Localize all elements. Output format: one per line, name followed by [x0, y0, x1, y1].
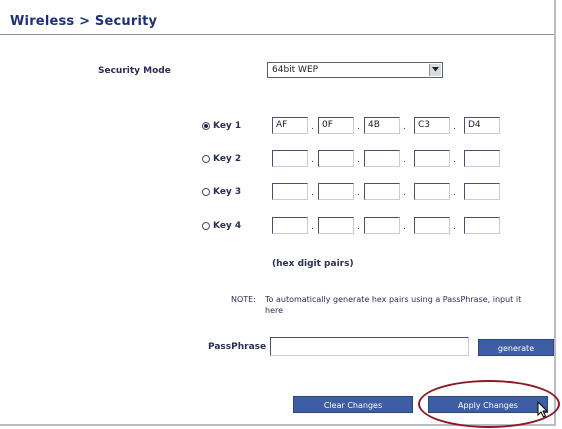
key2-radio[interactable] — [202, 155, 210, 163]
key3-radio[interactable] — [202, 188, 210, 196]
key1-hex-field-2[interactable]: 0F — [318, 117, 354, 134]
security-mode-select[interactable]: 64bit WEP — [267, 62, 443, 78]
key2-hex-field-2[interactable] — [318, 150, 354, 167]
hex-separator: . — [403, 122, 406, 132]
security-mode-value: 64bit WEP — [272, 65, 319, 75]
hex-separator: . — [357, 222, 360, 232]
key2-hex-field-5[interactable] — [464, 150, 500, 167]
passphrase-label: PassPhrase — [208, 342, 267, 352]
key2-hex-field-3[interactable] — [364, 150, 400, 167]
hex-separator: . — [311, 155, 314, 165]
passphrase-note: NOTE: To automatically generate hex pairs… — [231, 294, 551, 316]
key3-hex-field-1[interactable] — [272, 183, 308, 200]
key1-hex-field-4[interactable]: C3 — [414, 117, 450, 134]
hex-separator: . — [453, 155, 456, 165]
key2-hex-field-4[interactable] — [414, 150, 450, 167]
hex-separator: . — [403, 155, 406, 165]
hex-separator: . — [357, 188, 360, 198]
key4-hex-field-5[interactable] — [464, 217, 500, 234]
hex-pairs-hint: (hex digit pairs) — [272, 259, 354, 269]
passphrase-input[interactable] — [270, 337, 469, 356]
key2-label: Key 2 — [213, 154, 242, 164]
apply-changes-button[interactable]: Apply Changes — [428, 396, 548, 413]
title-divider — [0, 34, 554, 35]
key4-radio[interactable] — [202, 222, 210, 230]
key4-hex-field-3[interactable] — [364, 217, 400, 234]
key1-radio[interactable] — [202, 122, 210, 130]
hex-separator: . — [403, 188, 406, 198]
key4-hex-field-4[interactable] — [414, 217, 450, 234]
hex-separator: . — [453, 122, 456, 132]
mouse-pointer-icon — [537, 401, 549, 418]
clear-changes-button[interactable]: Clear Changes — [293, 396, 413, 413]
hex-separator: . — [357, 122, 360, 132]
key1-label: Key 1 — [213, 121, 242, 131]
key1-hex-field-5[interactable]: D4 — [464, 117, 500, 134]
note-tag: NOTE: — [231, 295, 256, 304]
page-title: Wireless > Security — [10, 14, 158, 29]
hex-separator: . — [311, 188, 314, 198]
key1-hex-field-3[interactable]: 4B — [364, 117, 400, 134]
key1-hex-field-1[interactable]: AF — [272, 117, 308, 134]
key4-label: Key 4 — [213, 221, 242, 231]
hex-separator: . — [311, 122, 314, 132]
hex-separator: . — [357, 155, 360, 165]
hex-separator: . — [453, 188, 456, 198]
key3-label: Key 3 — [213, 187, 242, 197]
key4-hex-field-2[interactable] — [318, 217, 354, 234]
key2-hex-field-1[interactable] — [272, 150, 308, 167]
hex-separator: . — [403, 222, 406, 232]
chevron-down-icon[interactable] — [429, 64, 441, 76]
key3-hex-field-3[interactable] — [364, 183, 400, 200]
security-mode-label: Security Mode — [98, 66, 171, 76]
generate-button[interactable]: generate — [478, 339, 554, 356]
key3-hex-field-5[interactable] — [464, 183, 500, 200]
key4-hex-field-1[interactable] — [272, 217, 308, 234]
hex-separator: . — [453, 222, 456, 232]
key3-hex-field-2[interactable] — [318, 183, 354, 200]
key3-hex-field-4[interactable] — [414, 183, 450, 200]
hex-separator: . — [311, 222, 314, 232]
note-text: To automatically generate hex pairs usin… — [265, 295, 522, 315]
